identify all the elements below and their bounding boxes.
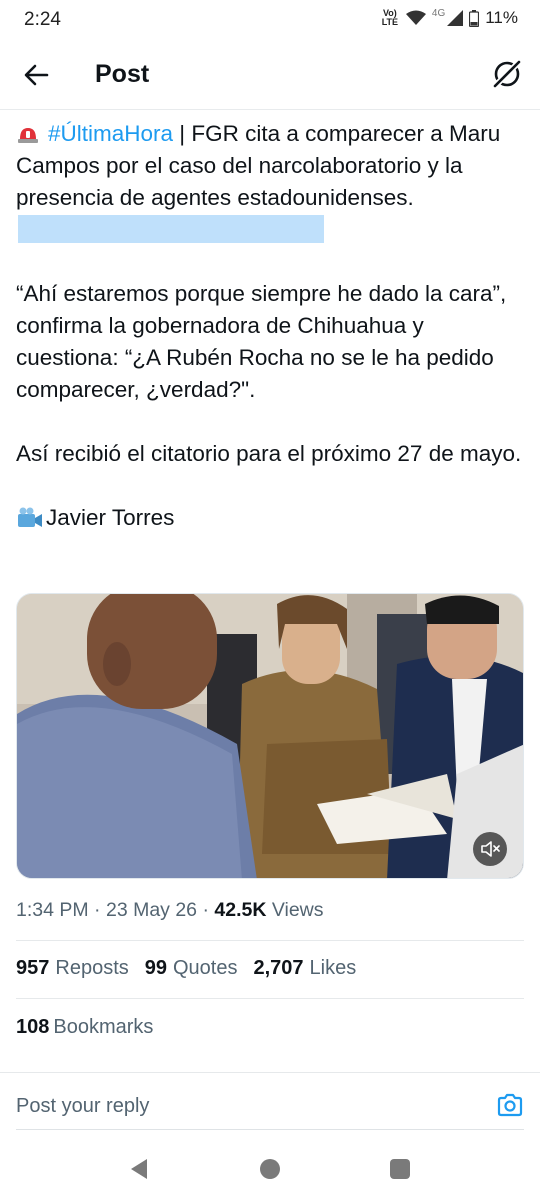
reply-bar: Post your reply [0,1072,540,1134]
redacted-block [18,215,324,243]
top-app-bar: Post [0,40,540,110]
battery-percent: 11% [485,8,518,27]
post-meta: 1:34 PM · 23 May 26 · 42.5K Views [16,899,324,921]
divider [16,998,524,999]
reply-input[interactable]: Post your reply [16,1095,149,1118]
back-arrow-icon[interactable] [20,58,54,92]
post-date: 23 May 26 [105,899,198,921]
nav-back-icon[interactable] [129,1158,149,1180]
page-title: Post [95,60,150,88]
status-bar: 2:24 Vo) LTE 4G 11% [0,0,540,40]
video-frame [17,594,523,878]
post-credit: Javier Torres [16,502,526,534]
reply-underline [16,1129,524,1130]
volte-indicator: Vo) LTE [381,8,399,27]
hashtag-link[interactable]: #ÚltimaHora [48,121,173,146]
post-paragraph-3: Así recibió el citatorio para el próximo… [16,441,522,466]
video-player[interactable] [16,593,524,879]
grok-icon[interactable] [490,57,524,91]
wifi-icon [405,10,426,25]
siren-emoji-icon [18,128,38,143]
bookmarks-stat[interactable]: 108 Bookmarks [16,1016,153,1039]
reposts-stat[interactable]: 957 Reposts [16,957,129,980]
quotes-stat[interactable]: 99 Quotes [145,957,238,980]
mute-button[interactable] [473,832,507,866]
video-camera-emoji-icon [18,507,42,527]
status-time: 2:24 [24,9,61,30]
signal-icon [447,10,464,26]
credit-name: Javier Torres [46,505,175,530]
muted-speaker-icon [481,841,500,857]
network-type: 4G [431,7,446,19]
nav-recents-icon[interactable] [390,1159,410,1179]
engagement-stats: 957 Reposts 99 Quotes 2,707 Likes [16,957,356,980]
post-time: 1:34 PM [16,899,89,921]
divider [16,940,524,941]
post-paragraph-2: “Ahí estaremos porque siempre he dado la… [16,281,507,402]
likes-stat[interactable]: 2,707 Likes [253,957,356,980]
battery-icon [469,9,480,27]
post-text: #ÚltimaHora | FGR cita a comparecer a Ma… [16,118,526,566]
status-icons: Vo) LTE 4G 11% [380,8,518,28]
views-label: Views [266,899,324,921]
system-nav-bar [0,1140,540,1200]
camera-icon[interactable] [496,1091,524,1119]
views-count: 42.5K [214,899,267,921]
post-paragraph-1: #ÚltimaHora | FGR cita a comparecer a Ma… [16,118,526,246]
nav-home-icon[interactable] [260,1159,280,1179]
